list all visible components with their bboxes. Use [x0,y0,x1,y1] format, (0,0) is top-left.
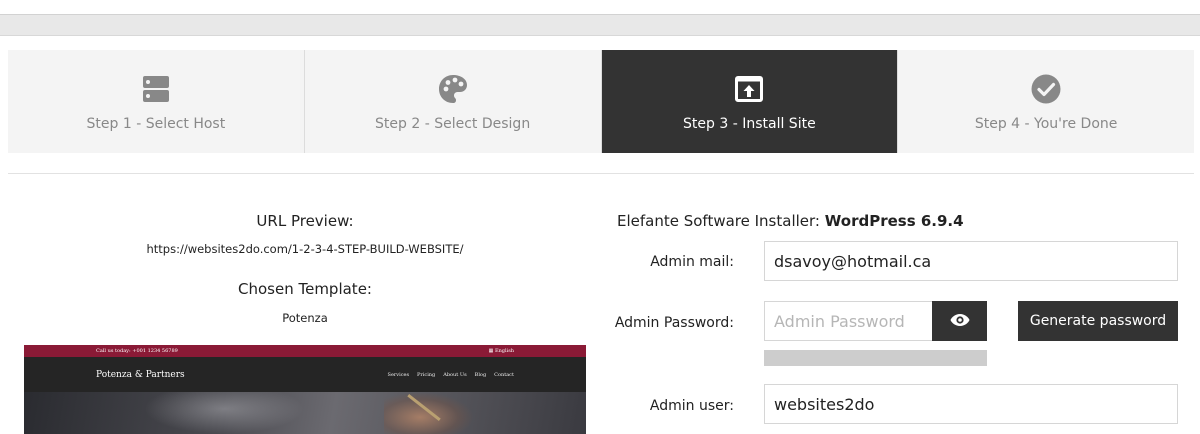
install-icon [735,74,764,104]
eye-icon [950,312,970,331]
step-label: Step 3 - Install Site [683,116,816,132]
thumbnail-logo: Potenza & Partners [96,369,185,380]
installer-prefix: Elefante Software Installer: [617,212,820,230]
thumbnail-menu-item: Contact [494,371,514,378]
installer-product: WordPress 6.9.4 [824,212,964,230]
admin-mail-input[interactable] [764,241,1178,281]
step-2-select-design[interactable]: Step 2 - Select Design [304,50,602,153]
step-4-done[interactable]: Step 4 - You're Done [898,50,1194,153]
password-strength-bar [764,350,987,366]
thumbnail-topbar: Call us today: +001 1234 56789 ▦ English [24,345,586,357]
step-label: Step 1 - Select Host [86,116,226,132]
admin-password-input[interactable] [764,301,933,341]
thumbnail-call-text: Call us today: +001 1234 56789 [96,348,178,354]
palette-icon [438,74,468,104]
thumbnail-menu: Services Pricing About Us Blog Contact [388,372,514,378]
hero-paper-shape [144,392,304,434]
check-circle-icon [1031,74,1061,104]
admin-user-label: Admin user: [649,398,734,414]
top-bar [0,14,1200,36]
installer-title: Elefante Software Installer: WordPress 6… [617,212,964,230]
step-1-select-host[interactable]: Step 1 - Select Host [8,50,305,153]
toggle-password-visibility-button[interactable] [932,301,987,341]
thumbnail-language: ▦ English [488,348,514,354]
chosen-template-value: Potenza [282,311,328,325]
admin-password-label: Admin Password: [614,315,734,331]
thumbnail-menu-item: Pricing [417,371,436,378]
generate-password-button[interactable]: Generate password [1018,301,1178,341]
chosen-template-title: Chosen Template: [238,280,372,298]
step-label: Step 4 - You're Done [974,116,1118,132]
thumbnail-menu-item: About Us [443,371,467,378]
thumbnail-navbar: Potenza & Partners Services Pricing Abou… [24,357,586,392]
admin-user-input[interactable] [764,384,1178,424]
thumbnail-hero-image [24,392,586,434]
step-3-install-site[interactable]: Step 3 - Install Site [601,50,899,153]
step-wizard: Step 1 - Select Host Step 2 - Select Des… [8,50,1194,153]
template-thumbnail: Call us today: +001 1234 56789 ▦ English… [24,345,586,434]
section-divider [8,173,1194,174]
server-icon [142,74,170,104]
admin-mail-label: Admin mail: [650,254,734,270]
thumbnail-menu-item: Services [387,371,410,378]
url-preview-value: https://websites2do.com/1-2-3-4-STEP-BUI… [146,242,464,256]
step-label: Step 2 - Select Design [375,116,531,132]
url-preview-title: URL Preview: [256,212,354,230]
thumbnail-menu-item: Blog [474,371,487,378]
